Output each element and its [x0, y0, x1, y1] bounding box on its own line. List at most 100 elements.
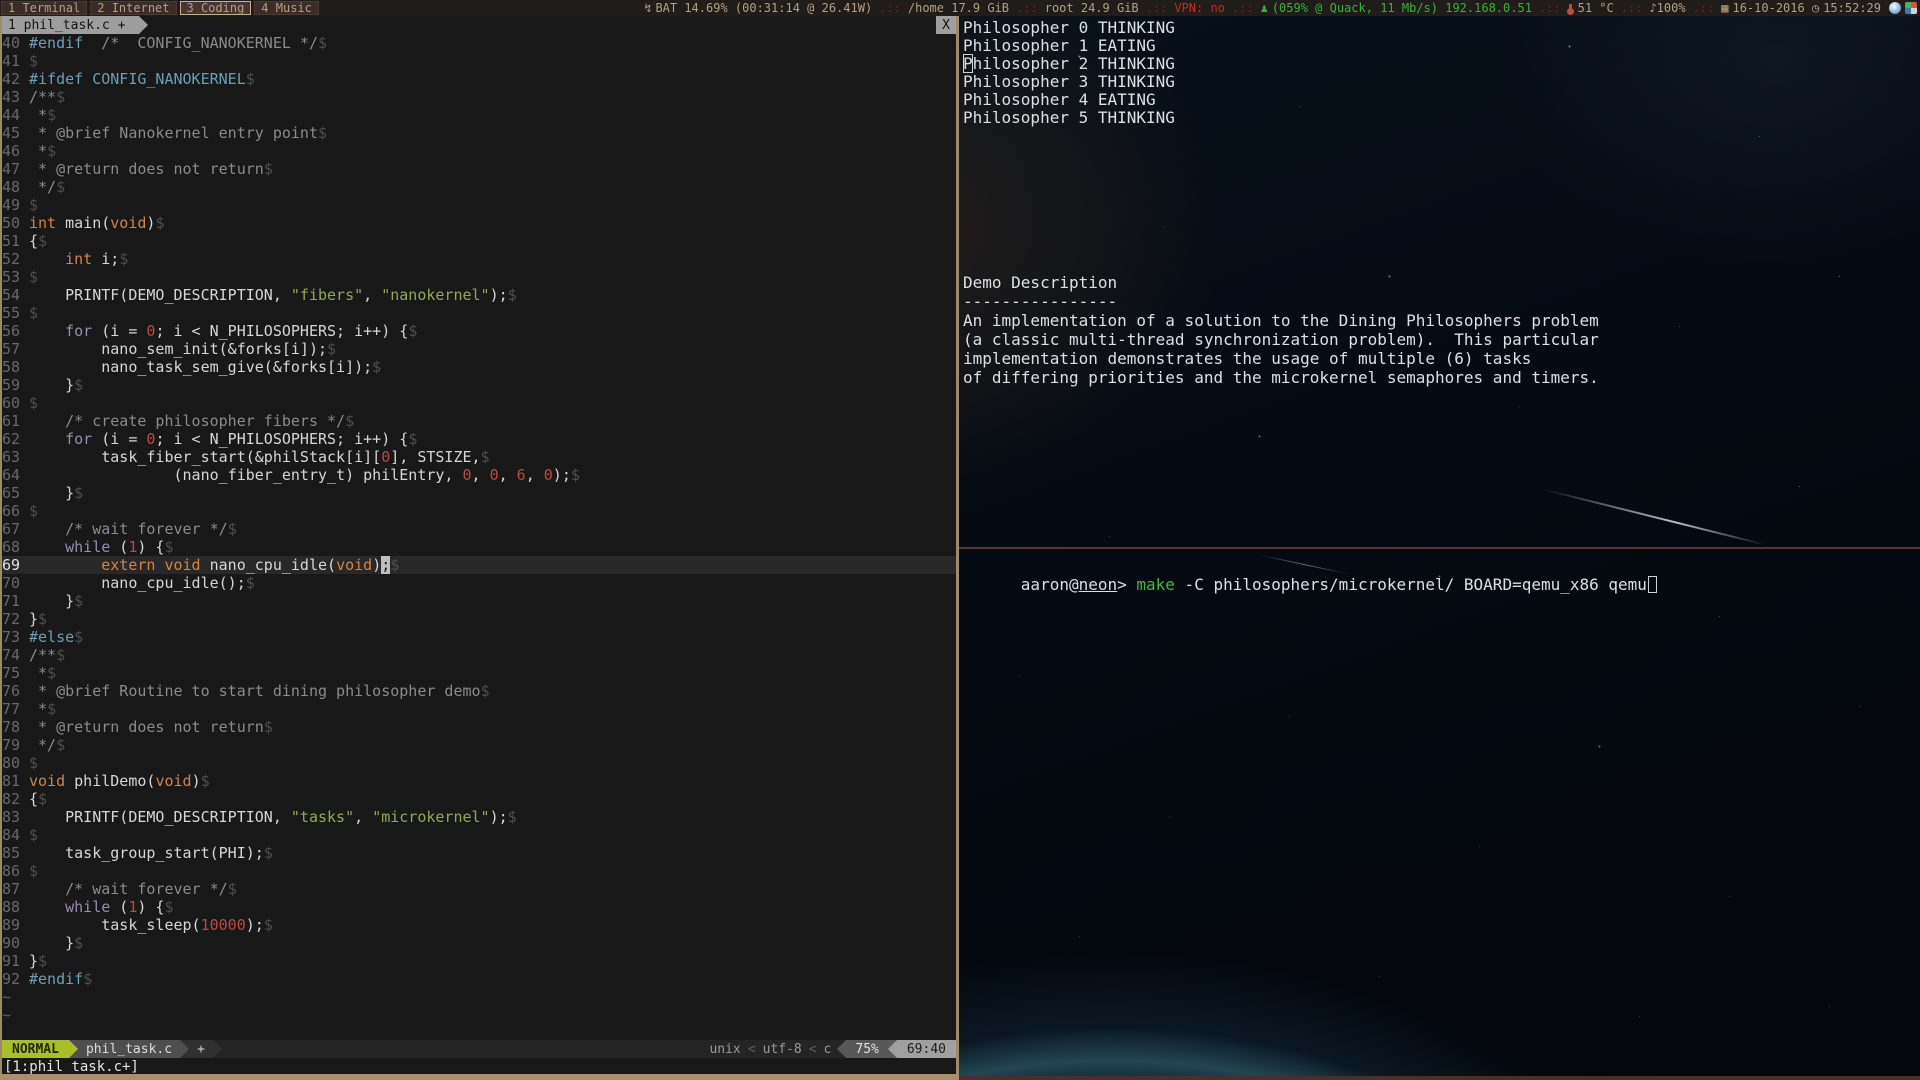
workspace-button[interactable]: 1 Terminal [1, 1, 87, 15]
code-line[interactable]: 45 * @brief Nanokernel entry point$ [2, 124, 956, 142]
workspace-button[interactable]: 2 Internet [90, 1, 176, 15]
workspace-button[interactable]: 4 Music [254, 1, 319, 15]
code-line[interactable]: 41$ [2, 52, 956, 70]
demo-description: Demo Description----------------An imple… [963, 273, 1599, 387]
line-number: 40 [2, 34, 29, 52]
code-line[interactable]: 47 * @return does not return$ [2, 160, 956, 178]
code-line[interactable]: 64 (nano_fiber_entry_t) philEntry, 0, 0,… [2, 466, 956, 484]
code-line[interactable]: 83 PRINTF(DEMO_DESCRIPTION, "tasks", "mi… [2, 808, 956, 826]
line-number: 49 [2, 196, 29, 214]
code-line[interactable]: 43/**$ [2, 88, 956, 106]
line-number: 69 [2, 556, 29, 574]
terminal-output-line: Philosopher 3 THINKING [963, 73, 1175, 91]
date-display: 16-10-2016 [1732, 1, 1804, 15]
code-line[interactable]: 49$ [2, 196, 956, 214]
terminal-pane[interactable]: Philosopher 0 THINKINGPhilosopher 1 EATI… [959, 16, 1920, 1076]
volume-icon: ♪ [1649, 1, 1656, 15]
calendar-icon: ▦ [1721, 1, 1728, 15]
line-number: 41 [2, 52, 29, 70]
tray-monitor-icon[interactable] [1905, 2, 1917, 14]
code-line[interactable]: 92#endif$ [2, 970, 956, 988]
code-line[interactable]: 91}$ [2, 952, 956, 970]
code-line[interactable]: 57 nano_sem_init(&forks[i]);$ [2, 340, 956, 358]
code-line[interactable]: 68 while (1) {$ [2, 538, 956, 556]
prompt-symbol: > [1117, 575, 1136, 594]
code-line[interactable]: 85 task_group_start(PHI);$ [2, 844, 956, 862]
code-line[interactable]: 79 */$ [2, 736, 956, 754]
line-number: 66 [2, 502, 29, 520]
code-line[interactable]: 66$ [2, 502, 956, 520]
code-line[interactable]: 61 /* create philosopher fibers */$ [2, 412, 956, 430]
line-number: 79 [2, 736, 29, 754]
code-line[interactable]: 86$ [2, 862, 956, 880]
code-line[interactable]: 75 *$ [2, 664, 956, 682]
code-line[interactable]: 82{$ [2, 790, 956, 808]
line-number: 85 [2, 844, 29, 862]
code-line[interactable]: 88 while (1) {$ [2, 898, 956, 916]
code-line[interactable]: 56 for (i = 0; i < N_PHILOSOPHERS; i++) … [2, 322, 956, 340]
code-line[interactable]: 78 * @return does not return$ [2, 718, 956, 736]
line-number: 58 [2, 358, 29, 376]
code-line[interactable]: 48 */$ [2, 178, 956, 196]
code-line[interactable]: 42#ifdef CONFIG_NANOKERNEL$ [2, 70, 956, 88]
code-line[interactable]: 71 }$ [2, 592, 956, 610]
code-line[interactable]: 70 nano_cpu_idle();$ [2, 574, 956, 592]
code-line[interactable]: 84$ [2, 826, 956, 844]
code-area[interactable]: 40#endif /* CONFIG_NANOKERNEL */$41$42#i… [2, 34, 956, 1040]
line-number: 54 [2, 286, 29, 304]
code-line[interactable]: 87 /* wait forever */$ [2, 880, 956, 898]
shell-prompt[interactable]: aaron@neon> make -C philosophers/microke… [963, 556, 1657, 613]
code-line[interactable]: 44 *$ [2, 106, 956, 124]
code-line[interactable]: 74/**$ [2, 646, 956, 664]
line-number: 75 [2, 664, 29, 682]
code-line[interactable]: 65 }$ [2, 484, 956, 502]
code-line[interactable]: 63 task_fiber_start(&philStack[i][0], ST… [2, 448, 956, 466]
terminal-output-line: Philosopher 1 EATING [963, 37, 1175, 55]
code-line[interactable]: 40#endif /* CONFIG_NANOKERNEL */$ [2, 34, 956, 52]
workspace-button[interactable]: 3 Coding [180, 1, 252, 15]
powerline-arrow-icon [213, 1040, 222, 1058]
line-number: 65 [2, 484, 29, 502]
line-number: 60 [2, 394, 29, 412]
code-line[interactable]: 67 /* wait forever */$ [2, 520, 956, 538]
code-line[interactable]: 55$ [2, 304, 956, 322]
vim-mode-indicator: NORMAL [2, 1040, 69, 1058]
scroll-percent: 75% [846, 1040, 887, 1058]
code-line[interactable]: 58 nano_task_sem_give(&forks[i]);$ [2, 358, 956, 376]
prompt-host: neon [1079, 575, 1118, 594]
network-icon: ♟ [1261, 1, 1268, 15]
code-line[interactable]: 62 for (i = 0; i < N_PHILOSOPHERS; i++) … [2, 430, 956, 448]
line-number: 83 [2, 808, 29, 826]
empty-line-tilde: ~ [2, 1006, 956, 1024]
tab-close-button[interactable]: X [936, 16, 956, 34]
code-line[interactable]: 46 *$ [2, 142, 956, 160]
code-line[interactable]: 59 }$ [2, 376, 956, 394]
tray-bulb-icon[interactable] [1889, 2, 1901, 14]
vim-editor-window: 1 phil_task.c + X 40#endif /* CONFIG_NAN… [0, 16, 956, 1076]
line-number: 50 [2, 214, 29, 232]
i3-status-bar: 1 Terminal2 Internet3 Coding4 Music ↯BAT… [0, 0, 1920, 16]
code-line[interactable]: 81void philDemo(void)$ [2, 772, 956, 790]
file-encoding: utf-8 [763, 1042, 802, 1057]
line-number: 78 [2, 718, 29, 736]
code-line[interactable]: 69 extern void nano_cpu_idle(void);$ [2, 556, 956, 574]
code-line[interactable]: 72}$ [2, 610, 956, 628]
demo-line: ---------------- [963, 292, 1599, 311]
line-number: 90 [2, 934, 29, 952]
code-line[interactable]: 50int main(void)$ [2, 214, 956, 232]
code-line[interactable]: 76 * @brief Routine to start dining phil… [2, 682, 956, 700]
code-line[interactable]: 53$ [2, 268, 956, 286]
powerline-arrow-icon [180, 1040, 189, 1058]
code-line[interactable]: 60$ [2, 394, 956, 412]
code-line[interactable]: 89 task_sleep(10000);$ [2, 916, 956, 934]
code-line[interactable]: 54 PRINTF(DEMO_DESCRIPTION, "fibers", "n… [2, 286, 956, 304]
line-number: 87 [2, 880, 29, 898]
vim-tab[interactable]: 1 phil_task.c + [2, 16, 139, 34]
code-line[interactable]: 77 *$ [2, 700, 956, 718]
code-line[interactable]: 51{$ [2, 232, 956, 250]
vpn-status: VPN: no [1174, 1, 1225, 15]
code-line[interactable]: 80$ [2, 754, 956, 772]
code-line[interactable]: 73#else$ [2, 628, 956, 646]
code-line[interactable]: 52 int i;$ [2, 250, 956, 268]
code-line[interactable]: 90 }$ [2, 934, 956, 952]
